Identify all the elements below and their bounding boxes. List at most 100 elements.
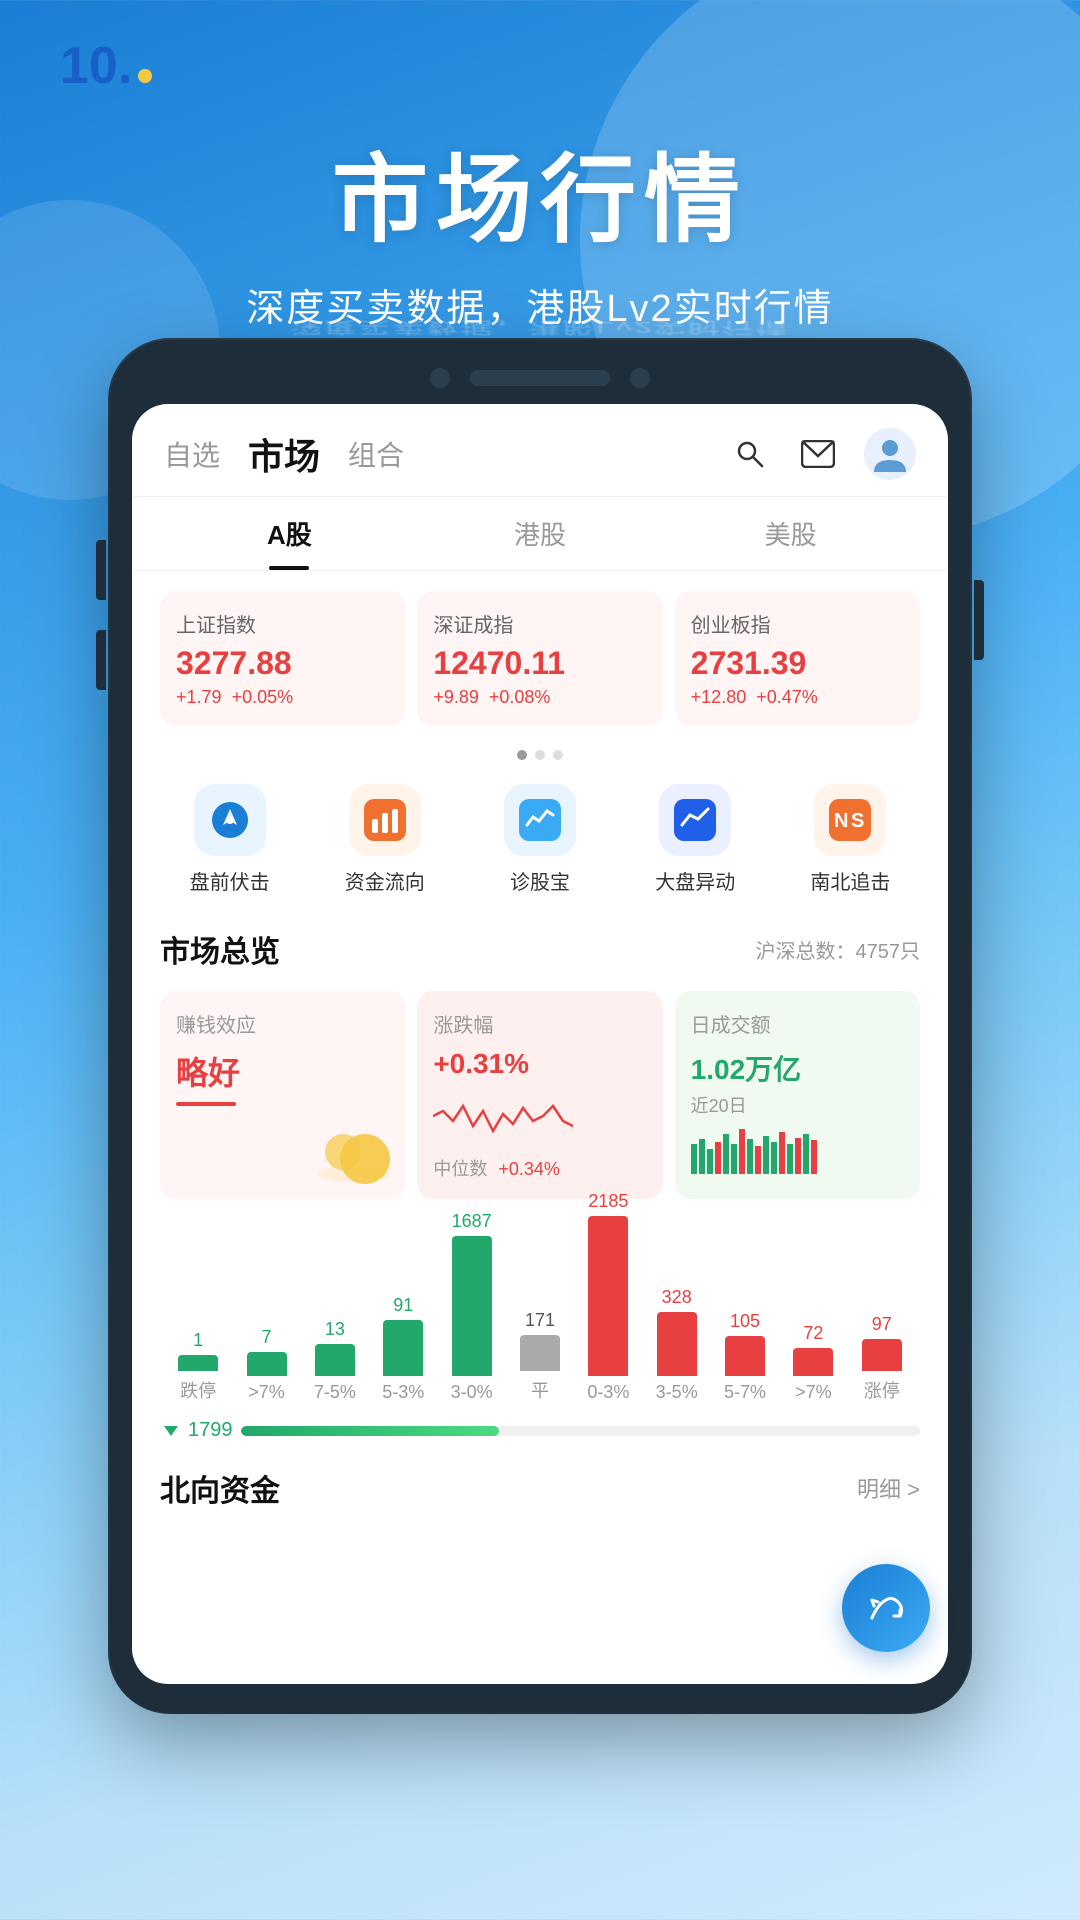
quick-icon-nanbei[interactable]: N S 南北追击 — [773, 784, 928, 895]
quick-icon-dapan[interactable]: 大盘异动 — [618, 784, 773, 895]
quick-label-zijin: 资金流向 — [345, 866, 425, 895]
power-button — [974, 580, 984, 660]
bar-bottom-label: 5-3% — [382, 1382, 424, 1403]
median-label: 中位数 +0.34% — [433, 1155, 646, 1181]
mail-button[interactable] — [796, 432, 840, 476]
bar-element — [315, 1344, 355, 1376]
quick-icon-zhengubao[interactable]: 诊股宝 — [462, 784, 617, 895]
quick-icon-zijin[interactable]: 资金流向 — [307, 784, 462, 895]
bar-bottom-label: 跌停 — [180, 1377, 216, 1403]
overview-subtitle: 沪深总数：4757只 — [756, 935, 921, 964]
index-cyb-value: 2731.39 — [691, 646, 904, 681]
bar-top-label: 1 — [193, 1330, 203, 1351]
bar-element — [657, 1312, 697, 1376]
bar-top-label: 7 — [262, 1327, 272, 1348]
market-tabs: A股 港股 美股 — [132, 497, 948, 571]
index-sh-value: 3277.88 — [176, 646, 389, 681]
front-sensor — [630, 368, 650, 388]
dot-2 — [535, 750, 545, 760]
mini-line-chart — [433, 1086, 573, 1146]
bar-col: 72 >7% — [779, 1323, 847, 1403]
svg-text:N: N — [834, 810, 848, 832]
index-cards: 上证指数 3277.88 +1.79 +0.05% 深证成指 12470.11 … — [132, 571, 948, 746]
ov-card-rjiao[interactable]: 日成交额 1.02万亿 近20日 — [675, 991, 920, 1199]
bar-col: 91 5-3% — [369, 1295, 437, 1403]
dot-3 — [553, 750, 563, 760]
north-fund-more[interactable]: 明细 > — [857, 1472, 920, 1504]
ov-zhiqian-title: 赚钱效应 — [176, 1009, 389, 1038]
bar-top-label: 91 — [393, 1295, 413, 1316]
app-header: 自选 市场 组合 — [132, 404, 948, 497]
bar-element — [793, 1348, 833, 1376]
overview-section-header: 市场总览 沪深总数：4757只 — [132, 915, 948, 983]
index-sh-name: 上证指数 — [176, 609, 389, 638]
bar-bottom-label: >7% — [795, 1382, 832, 1403]
ov-card-zhangdie[interactable]: 涨跌幅 +0.31% 中位数 +0.34% — [417, 991, 662, 1199]
bar-top-label: 72 — [803, 1323, 823, 1344]
bar-col: 137-5% — [301, 1319, 369, 1403]
bar-col: 7 >7% — [232, 1327, 300, 1403]
bar-top-label: 1687 — [452, 1211, 492, 1232]
overview-title: 市场总览 — [160, 927, 280, 971]
search-button[interactable] — [728, 432, 772, 476]
phone-screen: 自选 市场 组合 — [132, 404, 948, 1684]
bar-bottom-label: >7% — [248, 1382, 285, 1403]
front-camera — [430, 368, 450, 388]
quick-label-dapan: 大盘异动 — [655, 866, 735, 895]
zhiqian-underline — [176, 1102, 236, 1106]
header-icons — [728, 428, 916, 480]
index-sz-change: +9.89 +0.08% — [433, 687, 646, 708]
nav-shichang[interactable]: 市场 — [248, 428, 320, 480]
bar-bottom-label: 5-7% — [724, 1382, 766, 1403]
volume-down-button — [96, 630, 106, 690]
tab-us-stock[interactable]: 美股 — [665, 497, 916, 570]
bar-element — [452, 1236, 492, 1376]
rjiao-sub-label: 近20日 — [691, 1092, 904, 1118]
down-count: 1799 — [160, 1419, 233, 1442]
index-card-sh[interactable]: 上证指数 3277.88 +1.79 +0.05% — [160, 591, 405, 726]
quick-icon-panqian[interactable]: 盘前伏击 — [152, 784, 307, 895]
bar-top-label: 105 — [730, 1311, 760, 1332]
bar-top-label: 171 — [525, 1310, 555, 1331]
tab-a-stock[interactable]: A股 — [164, 497, 415, 570]
dot-1 — [517, 750, 527, 760]
index-card-cyb[interactable]: 创业板指 2731.39 +12.80 +0.47% — [675, 591, 920, 726]
index-sz-value: 12470.11 — [433, 646, 646, 681]
bar-chart-row: 1跌停7>7%137-5%915-3%16873-0%171平21850-3%3… — [160, 1223, 920, 1403]
sun-illustration — [315, 1114, 395, 1189]
bar-bottom-label: 3-0% — [451, 1382, 493, 1403]
bar-top-label: 328 — [662, 1287, 692, 1308]
nav-zuhe[interactable]: 组合 — [348, 434, 404, 474]
avatar-button[interactable] — [864, 428, 916, 480]
bar-element — [862, 1339, 902, 1371]
bar-element — [383, 1320, 423, 1376]
ov-rjiao-title: 日成交额 — [691, 1009, 904, 1038]
north-fund-section: 北向资金 明细 > — [132, 1450, 948, 1518]
rjiao-bar-chart — [691, 1124, 821, 1174]
bar-bottom-label: 0-3% — [587, 1382, 629, 1403]
fab-button[interactable] — [842, 1564, 930, 1652]
bar-col: 21850-3% — [574, 1191, 642, 1403]
quick-label-nanbei: 南北追击 — [810, 866, 890, 895]
bar-bottom-label: 涨停 — [864, 1377, 900, 1403]
tab-hk-stock[interactable]: 港股 — [415, 497, 666, 570]
ov-card-zhiqian[interactable]: 赚钱效应 略好 — [160, 991, 405, 1199]
bar-element — [588, 1216, 628, 1376]
progress-bar-row: 1799 — [132, 1411, 948, 1450]
nav-zixuan[interactable]: 自选 — [164, 434, 220, 474]
distribution-bar-chart: 1跌停7>7%137-5%915-3%16873-0%171平21850-3%3… — [132, 1207, 948, 1411]
index-card-sz[interactable]: 深证成指 12470.11 +9.89 +0.08% — [417, 591, 662, 726]
bar-col: 1687 3-0% — [437, 1211, 505, 1403]
ov-rjiao-value: 1.02万亿 — [691, 1048, 904, 1088]
bar-element — [247, 1352, 287, 1376]
svg-text:S: S — [851, 810, 864, 832]
phone-container: 自选 市场 组合 — [110, 340, 970, 1712]
north-fund-title: 北向资金 — [160, 1466, 280, 1510]
bar-element — [725, 1336, 765, 1376]
hero-subtitle-mirror: 深度买卖数据，港股Lv2实时行情 — [60, 317, 1020, 340]
index-sh-change: +1.79 +0.05% — [176, 687, 389, 708]
index-sz-name: 深证成指 — [433, 609, 646, 638]
bar-col: 105 5-7% — [711, 1311, 779, 1403]
hero-title: 市场行情 — [60, 122, 1020, 261]
ov-zhangdie-title: 涨跌幅 — [433, 1009, 646, 1038]
